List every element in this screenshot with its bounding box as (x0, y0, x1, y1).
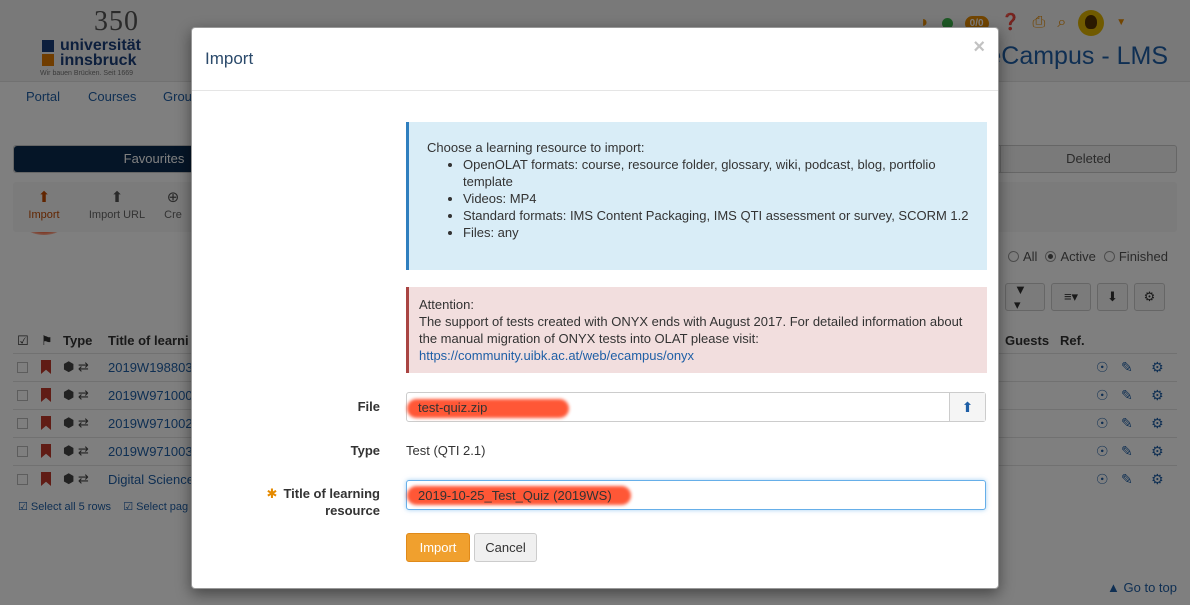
dialog-title: Import (205, 49, 254, 68)
warning-box: Attention: The support of tests created … (406, 287, 987, 373)
file-label: File (357, 399, 380, 414)
dialog-header: Import × (192, 28, 998, 91)
onyx-migration-link[interactable]: https://community.uibk.ac.at/web/ecampus… (419, 348, 694, 363)
list-item: Files: any (463, 224, 969, 241)
upload-icon: ⬆ (961, 399, 974, 415)
info-intro: Choose a learning resource to import: (427, 140, 645, 155)
import-dialog: Import × Choose a learning resource to i… (191, 27, 999, 589)
upload-button[interactable]: ⬆ (949, 393, 985, 421)
file-input[interactable]: test-quiz.zip ⬆ (406, 392, 986, 422)
warning-heading: Attention: (419, 297, 474, 312)
info-box: Choose a learning resource to import: Op… (406, 122, 987, 270)
required-asterisk-icon: ✱ (266, 486, 278, 501)
type-value: Test (QTI 2.1) (406, 443, 486, 458)
import-submit-button[interactable]: Import (406, 533, 470, 562)
close-icon[interactable]: × (973, 36, 985, 59)
list-item: OpenOLAT formats: course, resource folde… (463, 156, 969, 190)
title-label: ✱ Title of learning resource (266, 486, 380, 518)
format-list: OpenOLAT formats: course, resource folde… (427, 156, 969, 241)
list-item: Standard formats: IMS Content Packaging,… (463, 207, 969, 224)
file-name: test-quiz.zip (418, 400, 488, 415)
cancel-button[interactable]: Cancel (474, 533, 537, 562)
resource-title-value: 2019-10-25_Test_Quiz (2019WS) (418, 488, 612, 503)
resource-title-input[interactable]: 2019-10-25_Test_Quiz (2019WS) (406, 480, 986, 510)
type-label: Type (350, 443, 380, 458)
list-item: Videos: MP4 (463, 190, 969, 207)
warning-text: The support of tests created with ONYX e… (419, 314, 963, 346)
